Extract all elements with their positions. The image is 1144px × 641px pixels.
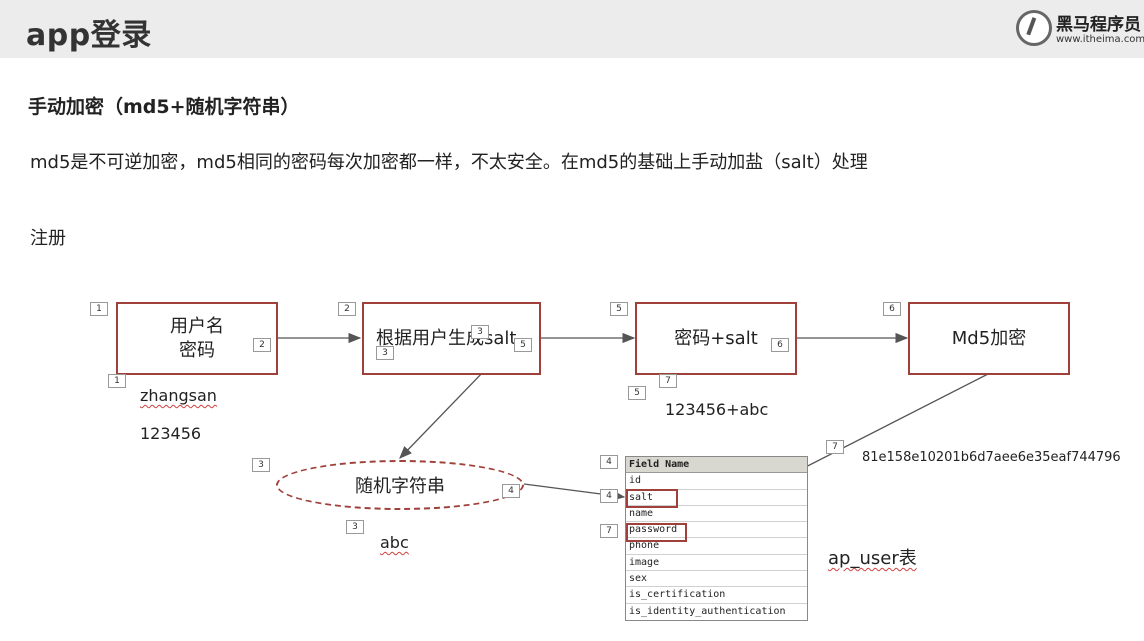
generate-salt-label: 根据用户生成salt	[376, 327, 517, 349]
password-salt-label: 密码+salt	[674, 327, 758, 349]
password-field-highlight	[626, 523, 687, 542]
step-marker: 7	[826, 440, 844, 454]
username-value: zhangsan	[140, 386, 217, 405]
table-row[interactable]: image	[626, 555, 807, 572]
table-row[interactable]: sex	[626, 571, 807, 588]
step-marker: 3	[376, 346, 394, 360]
combined-value: 123456+abc	[665, 400, 769, 419]
md5-box: Md5加密	[908, 302, 1070, 375]
salt-value: abc	[380, 533, 409, 552]
step-marker: 7	[600, 524, 618, 538]
step-marker: 6	[883, 302, 901, 316]
step-marker: 5	[610, 302, 628, 316]
step-marker: 3	[252, 458, 270, 472]
step-marker: 1	[108, 374, 126, 388]
table-row[interactable]: name	[626, 506, 807, 523]
step-marker: 5	[628, 386, 646, 400]
step-marker: 4	[600, 489, 618, 503]
step-marker: 4	[600, 455, 618, 469]
random-string-ellipse: 随机字符串	[276, 460, 524, 510]
step-marker: 5	[514, 338, 532, 352]
step-marker: 1	[90, 302, 108, 316]
password-value: 123456	[140, 424, 202, 443]
step-marker: 6	[771, 338, 789, 352]
step-marker: 7	[659, 374, 677, 388]
step-marker: 2	[253, 338, 271, 352]
md5-hash-value: 81e158e10201b6d7aee6e35eaf744796	[862, 450, 1121, 465]
step-marker: 4	[502, 484, 520, 498]
table-row[interactable]: is_certification	[626, 587, 807, 604]
step-marker: 2	[338, 302, 356, 316]
md5-label: Md5加密	[951, 327, 1027, 349]
salt-field-highlight	[626, 489, 678, 508]
username-label: 用户名	[170, 315, 224, 337]
table-name-label: ap_user表	[828, 548, 917, 569]
password-label: 密码	[179, 339, 215, 361]
table-row[interactable]: id	[626, 473, 807, 490]
table-row[interactable]: is_identity_authentication	[626, 604, 807, 620]
step-marker: 3	[346, 520, 364, 534]
random-string-label: 随机字符串	[355, 476, 445, 497]
step-marker: 3	[471, 325, 489, 339]
table-header: Field Name	[626, 457, 807, 474]
